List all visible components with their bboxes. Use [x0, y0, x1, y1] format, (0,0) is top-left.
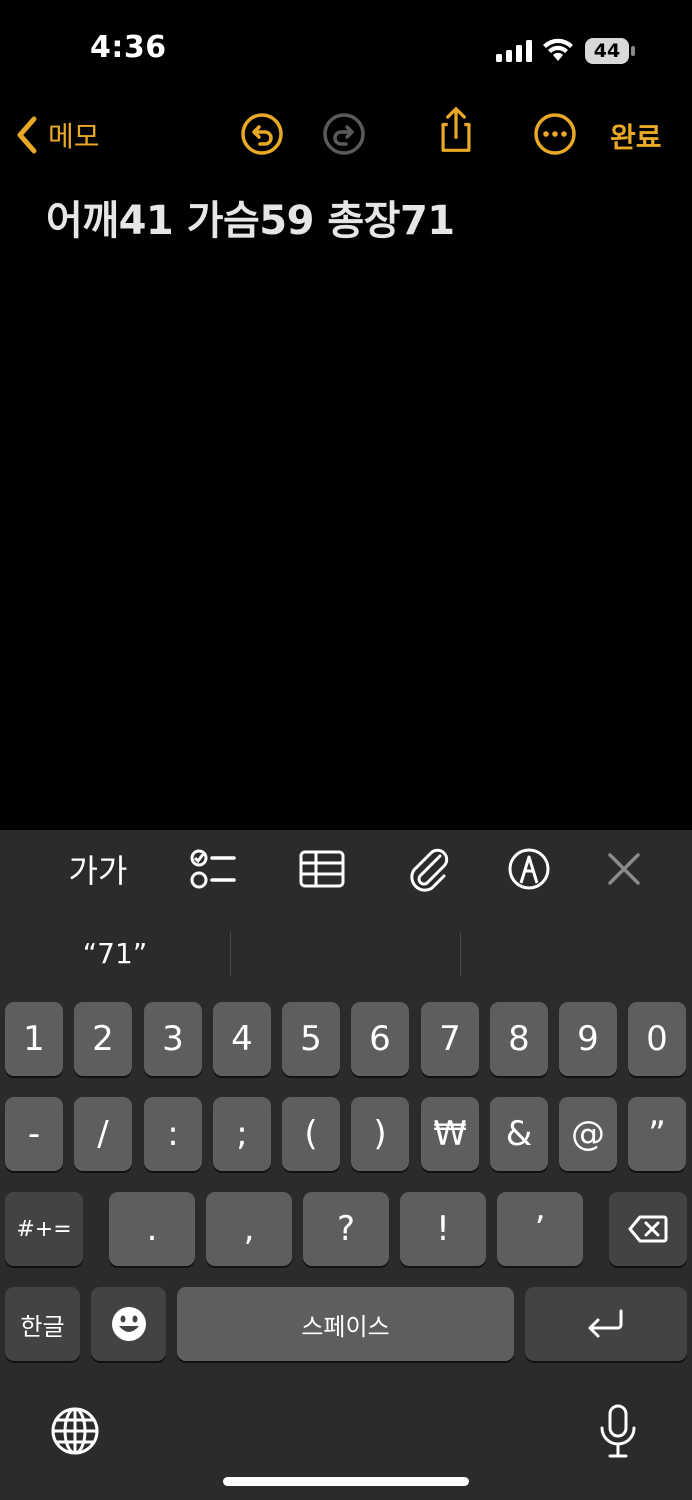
close-icon[interactable]: [602, 844, 646, 894]
key-won[interactable]: ₩: [421, 1097, 479, 1171]
key-0[interactable]: 0: [628, 1002, 686, 1076]
note-editor[interactable]: 어깨41 가슴59 총장71: [46, 188, 666, 246]
text-style-button[interactable]: 가가: [66, 844, 130, 894]
undo-icon[interactable]: [238, 110, 286, 158]
key-3[interactable]: 3: [144, 1002, 202, 1076]
format-toolbar: 가가: [0, 830, 692, 908]
key-at[interactable]: @: [559, 1097, 617, 1171]
key-colon[interactable]: :: [144, 1097, 202, 1171]
key-2[interactable]: 2: [74, 1002, 132, 1076]
key-6[interactable]: 6: [351, 1002, 409, 1076]
keyboard-bottom-bar: [0, 1398, 692, 1468]
paperclip-icon[interactable]: [404, 844, 452, 894]
emoji-key[interactable]: [91, 1287, 166, 1361]
key-8[interactable]: 8: [490, 1002, 548, 1076]
key-9[interactable]: 9: [559, 1002, 617, 1076]
markup-pen-icon[interactable]: [505, 844, 553, 894]
status-bar: 4:36 44: [0, 0, 692, 100]
done-button[interactable]: 완료: [610, 116, 662, 156]
navigation-bar: 메모 완료: [0, 100, 692, 170]
globe-icon[interactable]: [50, 1406, 100, 1456]
key-5[interactable]: 5: [282, 1002, 340, 1076]
return-key[interactable]: [525, 1287, 687, 1361]
return-icon: [588, 1309, 623, 1338]
language-key[interactable]: 한글: [5, 1287, 80, 1361]
key-open-paren[interactable]: (: [282, 1097, 340, 1171]
key-slash[interactable]: /: [74, 1097, 132, 1171]
suggestion-2[interactable]: [231, 930, 461, 976]
key-exclamation[interactable]: !: [400, 1192, 486, 1266]
battery-icon: 44: [585, 38, 635, 64]
space-key[interactable]: 스페이스: [177, 1287, 514, 1361]
key-7[interactable]: 7: [421, 1002, 479, 1076]
note-title[interactable]: 어깨41 가슴59 총장71: [46, 188, 666, 246]
text-style-label: 가가: [68, 852, 128, 890]
emoji-icon: [111, 1307, 146, 1341]
chevron-left-icon: [17, 116, 37, 154]
key-4[interactable]: 4: [213, 1002, 271, 1076]
key-1[interactable]: 1: [5, 1002, 63, 1076]
key-close-paren[interactable]: ): [351, 1097, 409, 1171]
suggestion-bar: “71”: [0, 908, 692, 998]
microphone-icon[interactable]: [598, 1404, 638, 1458]
key-period[interactable]: .: [109, 1192, 195, 1266]
table-icon[interactable]: [298, 844, 346, 894]
more-options-icon[interactable]: [531, 110, 579, 158]
symbols-key[interactable]: #+=: [5, 1192, 83, 1266]
clock: 4:36: [90, 30, 167, 65]
key-hyphen[interactable]: -: [5, 1097, 63, 1171]
redo-icon[interactable]: [320, 110, 368, 158]
back-button[interactable]: 메모: [14, 110, 100, 160]
wifi-icon: [543, 38, 573, 61]
key-apostrophe[interactable]: ’: [497, 1192, 583, 1266]
back-label: 메모: [48, 120, 100, 153]
suggestion-1[interactable]: “71”: [0, 930, 230, 976]
key-quote[interactable]: ”: [628, 1097, 686, 1171]
delete-key[interactable]: [609, 1192, 687, 1266]
suggestion-3[interactable]: [461, 930, 691, 976]
cellular-signal-icon: [496, 40, 532, 62]
checklist-icon[interactable]: [188, 844, 236, 894]
key-ampersand[interactable]: &: [490, 1097, 548, 1171]
share-icon[interactable]: [432, 106, 480, 154]
home-indicator[interactable]: [223, 1477, 469, 1486]
backspace-icon: [628, 1215, 668, 1243]
key-comma[interactable]: ,: [206, 1192, 292, 1266]
key-semicolon[interactable]: ;: [213, 1097, 271, 1171]
battery-level: 44: [593, 40, 621, 62]
key-question[interactable]: ?: [303, 1192, 389, 1266]
